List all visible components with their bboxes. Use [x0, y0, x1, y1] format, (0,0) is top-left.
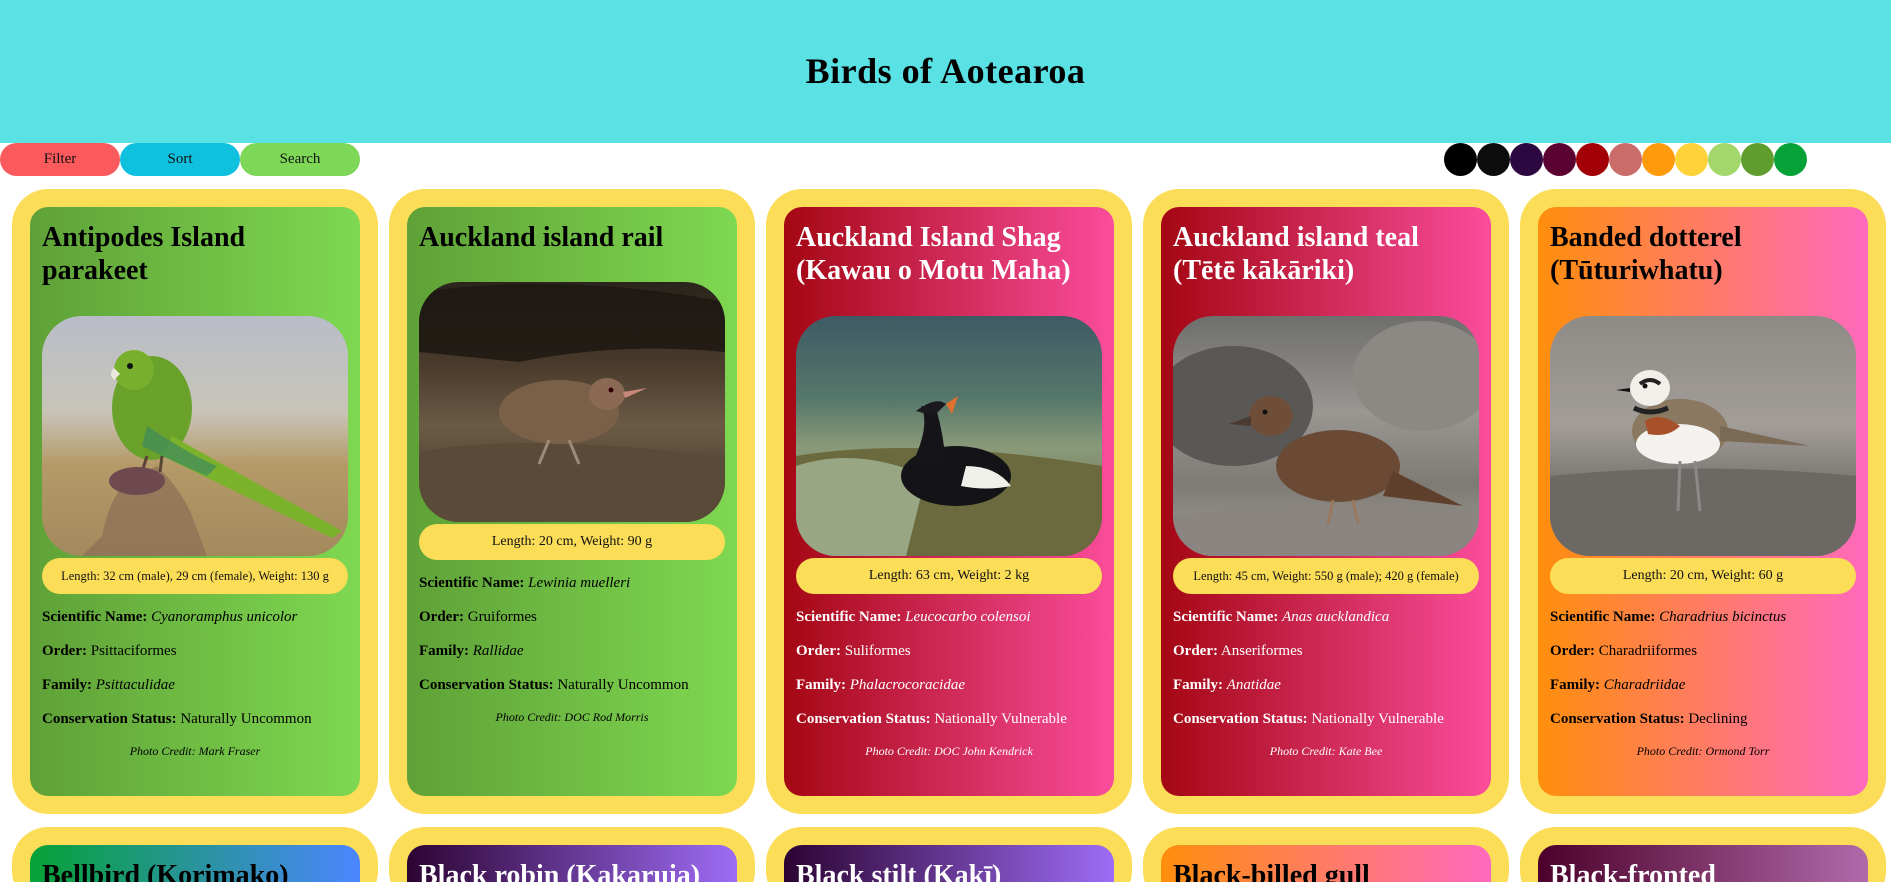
status-value: Declining [1688, 711, 1748, 727]
order-value: Anseriformes [1220, 643, 1303, 659]
bird-card[interactable]: Banded dotterel (Tūturiwhatu) Length: 20… [1520, 189, 1886, 814]
bird-card[interactable]: Black stilt (Kakī) [766, 827, 1132, 882]
scientific-name-row: Scientific Name: Anas aucklandica [1173, 609, 1390, 625]
order-row: Order: Anseriformes [1173, 643, 1303, 659]
bird-card[interactable]: Bellbird (Korimako) [12, 827, 378, 882]
page-header: Birds of Aotearoa [0, 0, 1891, 143]
bird-card[interactable]: Black-fronted [1520, 827, 1886, 882]
color-swatch-light-green[interactable] [1708, 143, 1741, 176]
scientific-name: Charadrius bicinctus [1659, 609, 1787, 625]
family-row: Family: Charadriidae [1550, 677, 1686, 693]
status-row: Conservation Status: Nationally Vulnerab… [796, 711, 1067, 727]
search-button[interactable]: Search [240, 143, 360, 176]
filter-button[interactable]: Filter [0, 143, 120, 176]
family-value: Charadriidae [1603, 677, 1686, 693]
bird-stats: Length: 32 cm (male), 29 cm (female), We… [42, 558, 348, 594]
color-swatch-maroon[interactable] [1543, 143, 1576, 176]
photo-credit: Photo Credit: Mark Fraser [129, 744, 261, 758]
family-value: Psittaculidae [95, 677, 175, 693]
scientific-name-row: Scientific Name: Charadrius bicinctus [1550, 609, 1787, 625]
bird-stats: Length: 20 cm, Weight: 60 g [1550, 558, 1856, 594]
bird-name: Auckland island rail [419, 222, 664, 253]
bird-name: Auckland island teal (Tētē kākāriki) [1173, 222, 1419, 286]
status-value: Naturally Uncommon [557, 677, 689, 693]
bird-card[interactable]: Auckland island teal (Tētē kākāriki) Len… [1143, 189, 1509, 814]
photo-credit: Photo Credit: Ormond Torr [1636, 744, 1770, 758]
family-value: Rallidae [472, 643, 524, 659]
scientific-name: Lewinia muelleri [528, 575, 631, 591]
bird-name: Auckland Island Shag (Kawau o Motu Maha) [796, 222, 1071, 286]
color-swatch-rose[interactable] [1609, 143, 1642, 176]
color-filter-swatches [1444, 143, 1807, 176]
order-row: Order: Gruiformes [419, 609, 537, 625]
status-row: Conservation Status: Nationally Vulnerab… [1173, 711, 1444, 727]
status-value: Naturally Uncommon [180, 711, 312, 727]
family-row: Family: Psittaculidae [42, 677, 175, 693]
status-value: Nationally Vulnerable [934, 711, 1067, 727]
bird-name: Black-fronted [1550, 860, 1716, 882]
bird-photo [1550, 316, 1856, 556]
color-swatch-dark[interactable] [1477, 143, 1510, 176]
status-row: Conservation Status: Declining [1550, 711, 1748, 727]
bird-card[interactable]: Auckland Island Shag (Kawau o Motu Maha)… [766, 189, 1132, 814]
bird-stats: Length: 20 cm, Weight: 90 g [419, 524, 725, 560]
order-value: Charadriiformes [1598, 643, 1698, 659]
photo-credit: Photo Credit: DOC John Kendrick [865, 744, 1033, 758]
bird-name: Black robin (Kakaruia) [419, 860, 701, 882]
color-swatch-green[interactable] [1774, 143, 1807, 176]
scientific-name-row: Scientific Name: Lewinia muelleri [419, 575, 631, 591]
scientific-name: Anas aucklandica [1282, 609, 1390, 625]
family-row: Family: Rallidae [419, 643, 524, 659]
status-value: Nationally Vulnerable [1311, 711, 1444, 727]
bird-name: Black stilt (Kakī) [796, 860, 1002, 882]
color-swatch-yellow[interactable] [1675, 143, 1708, 176]
status-row: Conservation Status: Naturally Uncommon [419, 677, 689, 693]
photo-credit: Photo Credit: Kate Bee [1269, 744, 1383, 758]
bird-name: Black-billed gull [1173, 860, 1370, 882]
bird-name: Banded dotterel (Tūturiwhatu) [1550, 222, 1742, 286]
order-row: Order: Psittaciformes [42, 643, 177, 659]
order-row: Order: Suliformes [796, 643, 911, 659]
scientific-name-row: Scientific Name: Leucocarbo colensoi [796, 609, 1031, 625]
order-value: Psittaciformes [90, 643, 177, 659]
color-swatch-purple[interactable] [1510, 143, 1543, 176]
color-swatch-olive[interactable] [1741, 143, 1774, 176]
bird-card[interactable]: Black-billed gull [1143, 827, 1509, 882]
family-row: Family: Anatidae [1173, 677, 1281, 693]
scientific-name: Leucocarbo colensoi [905, 609, 1031, 625]
family-value: Phalacrocoracidae [849, 677, 965, 693]
controls-bar: Filter Sort Search [0, 143, 360, 176]
bird-stats: Length: 63 cm, Weight: 2 kg [796, 558, 1102, 594]
bird-stats: Length: 45 cm, Weight: 550 g (male); 420… [1173, 558, 1479, 594]
bird-card[interactable]: Antipodes Island parakeet Length: 32 cm … [12, 189, 378, 814]
bird-card[interactable]: Auckland island rail Length: 20 cm, Weig… [389, 189, 755, 814]
order-value: Suliformes [844, 643, 911, 659]
sort-button[interactable]: Sort [120, 143, 240, 176]
color-swatch-red[interactable] [1576, 143, 1609, 176]
bird-name: Antipodes Island parakeet [42, 222, 246, 286]
scientific-name: Cyanoramphus unicolor [151, 609, 298, 625]
status-row: Conservation Status: Naturally Uncommon [42, 711, 312, 727]
page-title: Birds of Aotearoa [805, 50, 1086, 91]
scientific-name-row: Scientific Name: Cyanoramphus unicolor [42, 609, 298, 625]
order-value: Gruiformes [467, 609, 537, 625]
bird-photo [796, 316, 1102, 556]
bird-photo [1173, 316, 1479, 556]
family-value: Anatidae [1226, 677, 1281, 693]
bird-card[interactable]: Black robin (Kakaruia) [389, 827, 755, 882]
bird-photo [42, 316, 348, 556]
family-row: Family: Phalacrocoracidae [796, 677, 965, 693]
color-swatch-black[interactable] [1444, 143, 1477, 176]
color-swatch-orange[interactable] [1642, 143, 1675, 176]
photo-credit: Photo Credit: DOC Rod Morris [495, 710, 649, 724]
order-row: Order: Charadriiformes [1550, 643, 1698, 659]
bird-photo [419, 282, 725, 522]
bird-name: Bellbird (Korimako) [42, 860, 289, 882]
